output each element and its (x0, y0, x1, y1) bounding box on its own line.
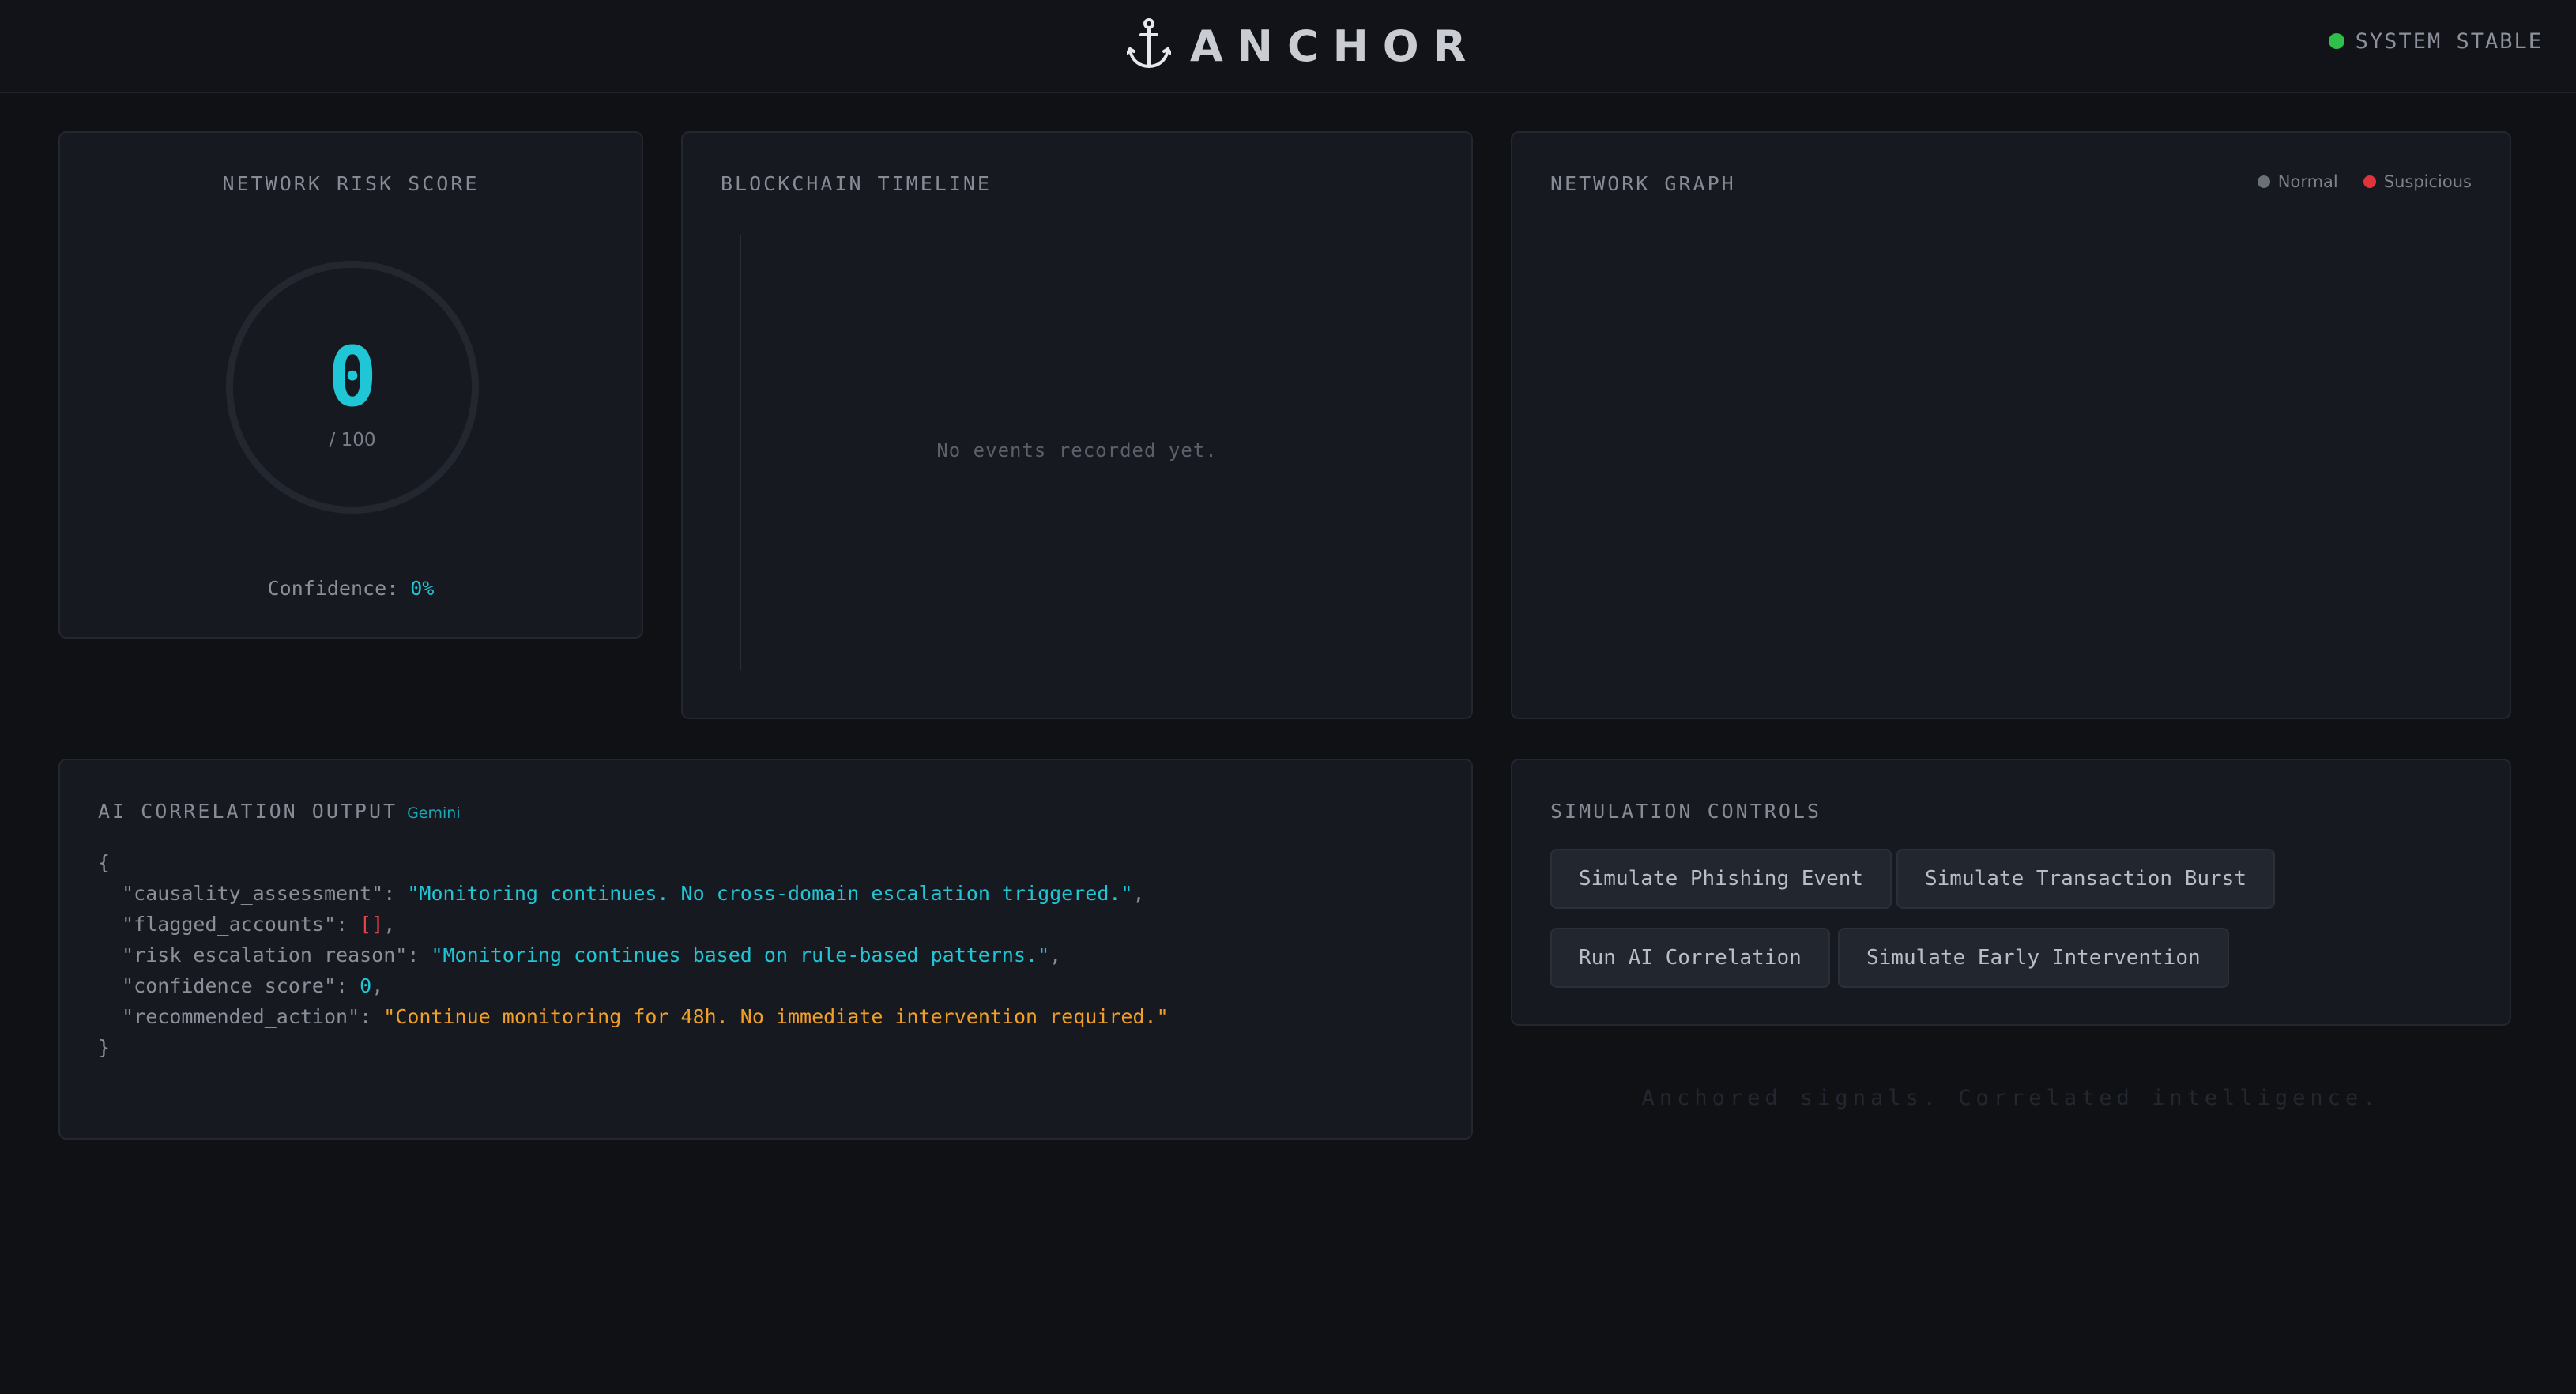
ai-correlation-panel: AI CORRELATION OUTPUT Gemini { "causalit… (58, 759, 1473, 1140)
graph-canvas[interactable] (1550, 220, 2472, 686)
risk-score-value: 0 (327, 329, 378, 425)
network-graph-panel: NETWORK GRAPH Normal Suspicious (1511, 131, 2511, 719)
model-tag: Gemini (407, 804, 461, 822)
json-close-brace: } (98, 1036, 111, 1059)
anchor-icon (1126, 17, 1172, 74)
simulation-controls-panel: SIMULATION CONTROLS Simulate Phishing Ev… (1511, 759, 2511, 1026)
risk-gauge: 0 / 100 (226, 261, 479, 514)
run-ai-correlation-button[interactable]: Run AI Correlation (1550, 928, 1830, 988)
system-status: SYSTEM STABLE (2328, 25, 2543, 57)
legend-label: Suspicious (2383, 172, 2472, 191)
json-action-value: "Continue monitoring for 48h. No immedia… (383, 1005, 1169, 1028)
json-array-value: [] (360, 913, 384, 936)
brand-name: ANCHOR (1190, 21, 1481, 71)
top-bar: ANCHOR SYSTEM STABLE (0, 0, 2576, 93)
risk-score-panel: NETWORK RISK SCORE 0 / 100 Confidence: 0… (58, 131, 643, 639)
json-key: "causality_assessment" (122, 882, 384, 905)
status-label: SYSTEM STABLE (2355, 28, 2543, 54)
ai-panel-header: AI CORRELATION OUTPUT Gemini (98, 800, 461, 823)
json-string-value: "Monitoring continues based on rule-base… (431, 944, 1050, 966)
panel-title: AI CORRELATION OUTPUT (98, 800, 398, 823)
simulate-phishing-button[interactable]: Simulate Phishing Event (1550, 849, 1892, 909)
legend-dot-icon (2257, 175, 2270, 188)
legend-item-normal: Normal (2257, 172, 2338, 191)
json-key: "risk_escalation_reason" (122, 944, 408, 966)
risk-score-max: / 100 (329, 430, 376, 450)
json-key: "flagged_accounts" (122, 913, 337, 936)
confidence-label: Confidence: (267, 577, 399, 600)
timeline-empty-message: No events recorded yet. (936, 439, 1218, 462)
panel-title: NETWORK GRAPH (1550, 172, 1736, 195)
json-output: { "causality_assessment": "Monitoring co… (98, 851, 1169, 1059)
status-dot-icon (2328, 33, 2344, 49)
legend-item-suspicious: Suspicious (2363, 172, 2472, 191)
json-string-value: "Monitoring continues. No cross-domain e… (407, 882, 1133, 905)
confidence-value: 0% (410, 577, 435, 600)
legend-dot-icon (2363, 175, 2376, 188)
confidence-readout: Confidence: 0% (60, 577, 642, 600)
json-key: "confidence_score" (122, 974, 337, 997)
json-key: "recommended_action" (122, 1005, 360, 1028)
panel-title: BLOCKCHAIN TIMELINE (721, 172, 992, 195)
blockchain-timeline-panel: BLOCKCHAIN TIMELINE No events recorded y… (681, 131, 1473, 719)
panel-title: NETWORK RISK SCORE (222, 172, 480, 195)
json-number-value: 0 (360, 974, 372, 997)
simulate-early-intervention-button[interactable]: Simulate Early Intervention (1838, 928, 2229, 988)
graph-legend: Normal Suspicious (2257, 172, 2472, 191)
footer-tagline: Anchored signals. Correlated intelligenc… (1641, 1086, 2381, 1110)
panel-title: SIMULATION CONTROLS (1550, 800, 1821, 823)
brand: ANCHOR (1126, 14, 1481, 77)
simulate-transaction-burst-button[interactable]: Simulate Transaction Burst (1896, 849, 2275, 909)
json-open-brace: { (98, 851, 111, 874)
legend-label: Normal (2277, 172, 2338, 191)
